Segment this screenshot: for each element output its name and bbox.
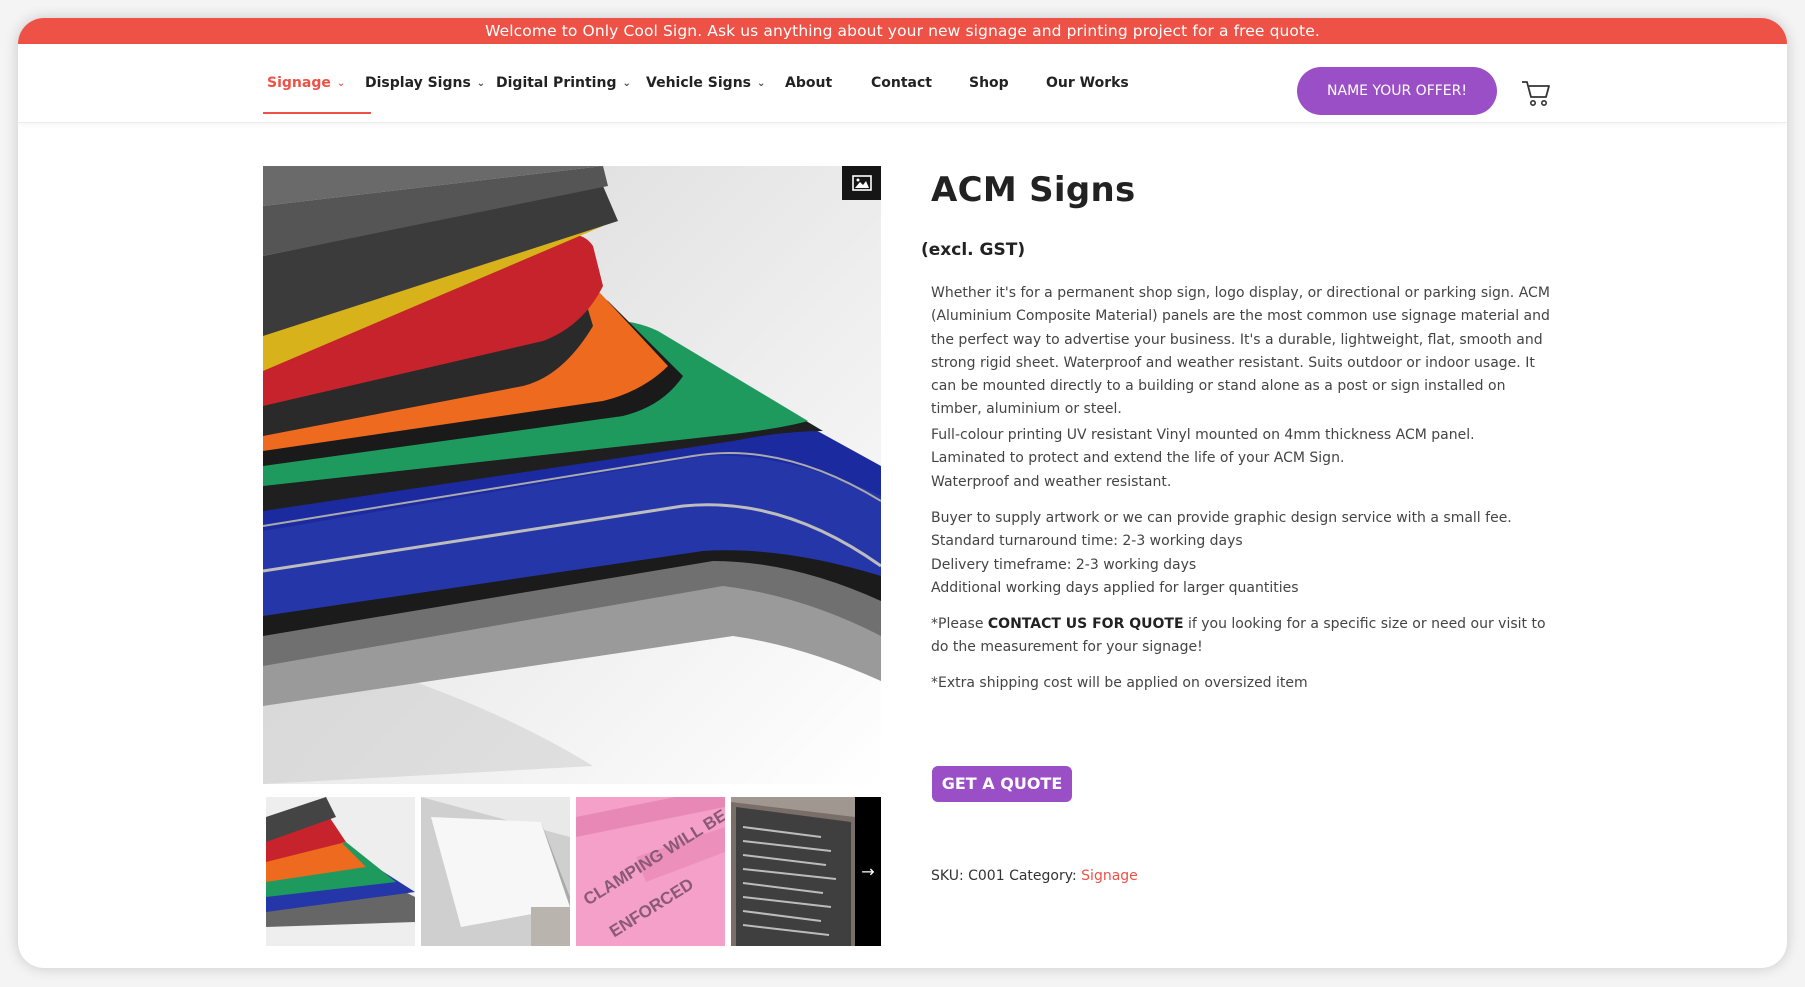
gallery-thumbnail[interactable] (421, 797, 570, 946)
service-line: Additional working days applied for larg… (931, 579, 1299, 596)
gallery-thumbnail[interactable] (266, 797, 415, 946)
chevron-down-icon: ⌄ (757, 77, 766, 89)
browser-page: Welcome to Only Cool Sign. Ask us anythi… (18, 18, 1787, 968)
announcement-bar: Welcome to Only Cool Sign. Ask us anythi… (18, 18, 1787, 44)
shipping-note-text: *Extra shipping cost will be applied on … (931, 675, 1308, 691)
gallery-thumbnail[interactable]: CLAMPING WILL BE ENFORCED (576, 797, 725, 946)
product-description: Whether it's for a permanent shop sign, … (931, 282, 1551, 422)
nav-item-our-works[interactable]: Our Works (1046, 44, 1129, 122)
shipping-note: *Extra shipping cost will be applied on … (931, 672, 1551, 695)
nav-item-about[interactable]: About (785, 44, 832, 122)
product-features: Full-colour printing UV resistant Vinyl … (931, 424, 1551, 494)
nav-label: Contact (871, 75, 932, 91)
description-text: Whether it's for a permanent shop sign, … (931, 285, 1550, 418)
nav-item-signage[interactable]: Signage ⌄ (267, 44, 345, 122)
nav-label: About (785, 75, 833, 91)
cart-icon[interactable] (1520, 78, 1552, 108)
product-title: ACM Signs (931, 170, 1136, 210)
next-arrow-icon[interactable]: → (855, 797, 881, 946)
product-main-image[interactable] (263, 166, 881, 784)
quote-button-label: GET A QUOTE (941, 774, 1063, 793)
contact-note-prefix: *Please (931, 616, 988, 632)
nav-item-vehicle-signs[interactable]: Vehicle Signs ⌄ (646, 44, 765, 122)
service-line: Delivery timeframe: 2-3 working days (931, 556, 1197, 573)
nav-item-digital-printing[interactable]: Digital Printing ⌄ (496, 44, 631, 122)
image-zoom-icon[interactable] (842, 166, 881, 200)
site-header: Signage ⌄ Display Signs ⌄ Digital Printi… (18, 44, 1787, 123)
nav-item-contact[interactable]: Contact (871, 44, 932, 122)
service-info: Buyer to supply artwork or we can provid… (931, 507, 1551, 600)
category-link[interactable]: Signage (1081, 868, 1138, 884)
name-your-offer-button[interactable]: NAME YOUR OFFER! (1297, 67, 1497, 115)
gallery-thumbnail[interactable] (731, 797, 855, 946)
chevron-down-icon: ⌄ (476, 77, 486, 89)
price-note: (excl. GST) (921, 240, 1026, 260)
announcement-text: Welcome to Only Cool Sign. Ask us anythi… (485, 22, 1320, 40)
nav-item-display-signs[interactable]: Display Signs ⌄ (365, 44, 485, 122)
contact-note: *Please CONTACT US FOR QUOTE if you look… (931, 613, 1551, 660)
nav-item-shop[interactable]: Shop (969, 44, 1009, 122)
nav-label: Shop (969, 75, 1009, 91)
feature-line: Laminated to protect and extend the life… (931, 450, 1345, 467)
product-meta: SKU: C001 Category: Signage (931, 868, 1138, 884)
feature-line: Full-colour printing UV resistant Vinyl … (931, 427, 1475, 443)
nav-label: Vehicle Signs (646, 75, 751, 91)
arrow-right-icon: ⟶ (990, 810, 1014, 829)
chevron-down-icon: ⌄ (336, 77, 346, 89)
contact-us-link[interactable]: CONTACT US FOR QUOTE (988, 616, 1184, 632)
service-line: Standard turnaround time: 2-3 working da… (931, 533, 1243, 550)
nav-label: Digital Printing (496, 75, 617, 91)
category-label: Category: (1009, 868, 1077, 884)
get-a-quote-button[interactable]: GET A QUOTE ⟶ (932, 766, 1072, 829)
active-nav-underline (263, 112, 371, 114)
feature-line: Waterproof and weather resistant. (931, 473, 1172, 490)
sku-label: SKU: (931, 868, 964, 884)
chevron-down-icon: ⌄ (622, 77, 631, 89)
sku-value: C001 (968, 868, 1005, 884)
nav-label: Display Signs (365, 75, 471, 91)
nav-label: Signage (267, 75, 331, 91)
nav-label: Our Works (1046, 75, 1129, 91)
service-line: Buyer to supply artwork or we can provid… (931, 510, 1512, 526)
